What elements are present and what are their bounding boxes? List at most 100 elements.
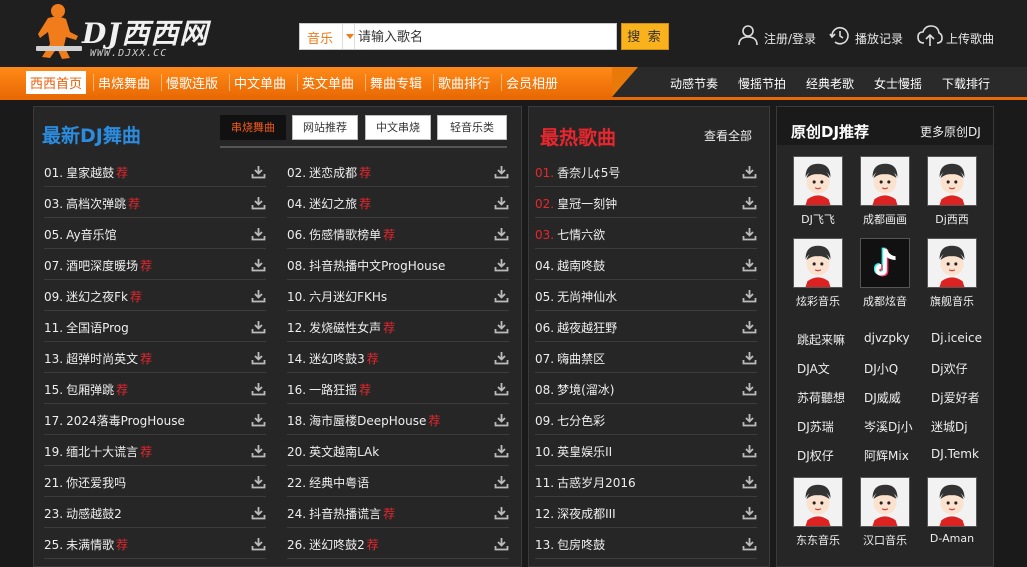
song-row[interactable]: 21. 你还爱我吗: [44, 466, 266, 497]
search-input[interactable]: [358, 27, 613, 46]
dj-name-link[interactable]: DJ苏瑞: [797, 418, 834, 435]
song-row[interactable]: 01. 皇家越鼓荐: [44, 156, 266, 187]
download-icon[interactable]: [251, 226, 266, 241]
song-link[interactable]: 04. 越南咚鼓: [535, 257, 605, 274]
dj-name[interactable]: 东东音乐: [789, 532, 847, 548]
song-link[interactable]: 20. 英文越南LAk: [287, 443, 379, 460]
download-icon[interactable]: [742, 164, 757, 179]
download-icon[interactable]: [742, 319, 757, 334]
song-link[interactable]: 21. 你还爱我吗: [44, 474, 126, 491]
dj-card[interactable]: 旗舰音乐: [923, 238, 981, 309]
dj-name[interactable]: 炫彩音乐: [789, 293, 847, 309]
more-original-link[interactable]: 更多原创DJ: [920, 123, 981, 140]
song-link[interactable]: 11. 全国语Prog: [44, 319, 129, 336]
dj-name[interactable]: D-Aman: [923, 532, 981, 545]
song-link[interactable]: 07. 嗨曲禁区: [535, 350, 605, 367]
dj-name[interactable]: 旗舰音乐: [923, 293, 981, 309]
song-link[interactable]: 07. 酒吧深度暖场荐: [44, 257, 152, 274]
song-row[interactable]: 12. 发烧磁性女声荐: [287, 311, 509, 342]
download-icon[interactable]: [742, 474, 757, 489]
dj-card[interactable]: 汉口音乐: [856, 477, 914, 548]
play-history-link[interactable]: 播放记录: [828, 24, 908, 50]
song-row[interactable]: 09. 七分色彩: [535, 404, 757, 435]
download-icon[interactable]: [251, 505, 266, 520]
song-link[interactable]: 01. 香奈儿¢5号: [535, 164, 620, 181]
tab-site-recommend[interactable]: 网站推荐: [292, 115, 358, 140]
dj-name-link[interactable]: Dj.iceice: [931, 331, 982, 345]
dj-name-link[interactable]: 阿辉Mix: [864, 447, 909, 464]
song-row[interactable]: 10. 六月迷幻FKHs: [287, 280, 509, 311]
download-icon[interactable]: [742, 195, 757, 210]
song-link[interactable]: 13. 超弹时尚英文荐: [44, 350, 152, 367]
nav-right-ladies[interactable]: 女士慢摇: [874, 75, 922, 92]
dj-name-link[interactable]: DJ小Q: [864, 360, 898, 377]
song-link[interactable]: 08. 梦境(溜冰): [535, 381, 614, 398]
dj-name[interactable]: 成都炫音: [856, 293, 914, 309]
song-row[interactable]: 02. 皇冠一刻钟: [535, 187, 757, 218]
download-icon[interactable]: [494, 412, 509, 427]
site-logo[interactable]: DJ西西网 WWW.DJXX.CC: [34, 2, 214, 62]
song-row[interactable]: 23. 动感越鼓2: [44, 497, 266, 528]
dj-name-link[interactable]: 岑溪Dj小: [864, 418, 913, 435]
song-link[interactable]: 09. 七分色彩: [535, 412, 605, 429]
song-link[interactable]: 10. 六月迷幻FKHs: [287, 288, 387, 305]
search-button[interactable]: 搜 索: [621, 23, 669, 50]
song-row[interactable]: 06. 越夜越狂野: [535, 311, 757, 342]
dj-name-link[interactable]: DJA文: [797, 360, 830, 377]
dj-name-link[interactable]: 跳起来嘛: [797, 331, 845, 348]
dj-card[interactable]: DJ飞飞: [789, 156, 847, 227]
song-link[interactable]: 01. 皇家越鼓荐: [44, 164, 128, 181]
download-icon[interactable]: [494, 474, 509, 489]
song-row[interactable]: 10. 英皇娱乐II: [535, 435, 757, 466]
nav-right-slow-shake[interactable]: 慢摇节拍: [738, 75, 786, 92]
avatar[interactable]: [927, 156, 977, 206]
download-icon[interactable]: [742, 536, 757, 551]
nav-item-english[interactable]: 英文单曲: [302, 73, 354, 92]
song-link[interactable]: 06. 伤感情歌榜单荐: [287, 226, 395, 243]
download-icon[interactable]: [742, 226, 757, 241]
song-row[interactable]: 25. 未满情歌荐: [44, 528, 266, 559]
download-icon[interactable]: [251, 350, 266, 365]
song-link[interactable]: 14. 迷幻咚鼓3 荐: [287, 350, 379, 367]
nav-right-downloads[interactable]: 下载排行: [942, 75, 990, 92]
download-icon[interactable]: [494, 257, 509, 272]
song-row[interactable]: 11. 全国语Prog: [44, 311, 266, 342]
avatar[interactable]: [793, 477, 843, 527]
song-row[interactable]: 18. 海市蜃楼DeepHouse 荐: [287, 404, 509, 435]
song-link[interactable]: 06. 越夜越狂野: [535, 319, 617, 336]
song-row[interactable]: 26. 迷幻咚鼓2 荐: [287, 528, 509, 559]
song-link[interactable]: 22. 经典中粤语: [287, 474, 369, 491]
song-row[interactable]: 14. 迷幻咚鼓3 荐: [287, 342, 509, 373]
download-icon[interactable]: [742, 505, 757, 520]
nav-item-album-photos[interactable]: 会员相册: [506, 73, 558, 92]
dj-name-link[interactable]: Dj爱好者: [931, 389, 980, 406]
nav-right-classics[interactable]: 经典老歌: [806, 75, 854, 92]
avatar[interactable]: [793, 238, 843, 288]
download-icon[interactable]: [251, 381, 266, 396]
song-row[interactable]: 09. 迷幻之夜Fk 荐: [44, 280, 266, 311]
download-icon[interactable]: [742, 257, 757, 272]
dj-name-link[interactable]: 苏荷聽想: [797, 389, 845, 406]
song-link[interactable]: 02. 迷恋成都荐: [287, 164, 371, 181]
nav-item-ranking[interactable]: 歌曲排行: [438, 73, 490, 92]
song-row[interactable]: 03. 七情六欲: [535, 218, 757, 249]
upload-link[interactable]: 上传歌曲: [917, 24, 997, 50]
nav-item-medley[interactable]: 串烧舞曲: [98, 73, 150, 92]
download-icon[interactable]: [742, 350, 757, 365]
download-icon[interactable]: [251, 536, 266, 551]
song-link[interactable]: 25. 未满情歌荐: [44, 536, 128, 553]
song-row[interactable]: 05. Ay音乐馆: [44, 218, 266, 249]
download-icon[interactable]: [251, 412, 266, 427]
view-all-link[interactable]: 查看全部: [704, 127, 752, 144]
nav-item-chinese[interactable]: 中文单曲: [234, 73, 286, 92]
search-type-select[interactable]: 音乐: [300, 24, 355, 49]
song-row[interactable]: 16. 一路狂摇荐: [287, 373, 509, 404]
dj-name[interactable]: 成都画画: [856, 211, 914, 227]
download-icon[interactable]: [251, 164, 266, 179]
nav-item-slow[interactable]: 慢歌连版: [166, 73, 218, 92]
song-row[interactable]: 15. 包厢弹跳荐: [44, 373, 266, 404]
download-icon[interactable]: [494, 381, 509, 396]
download-icon[interactable]: [494, 164, 509, 179]
song-link[interactable]: 08. 抖音热播中文ProgHouse: [287, 257, 445, 274]
tab-chinese-medley[interactable]: 中文串烧: [365, 115, 431, 140]
